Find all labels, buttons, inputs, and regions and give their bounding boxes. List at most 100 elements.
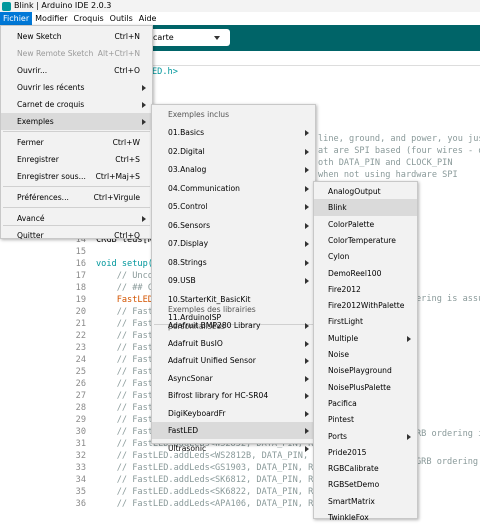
menu-item-shortcut: Alt+Ctrl+N — [97, 49, 140, 58]
examples-item[interactable]: 06.Sensors — [152, 217, 315, 234]
fastled-submenu: AnalogOutput Blink ColorPalette ColorTemper… — [313, 181, 418, 522]
examples-item[interactable]: AsyncSonar — [152, 370, 315, 387]
fichier-menu-item[interactable]: Préférences... Ctrl+Virgule — [1, 189, 152, 206]
submenu-arrow-icon — [305, 375, 309, 382]
fichier-menu-item[interactable]: New Remote Sketch Alt+Ctrl+N — [1, 45, 152, 62]
arduino-app-icon — [2, 1, 11, 11]
line-number: 28 — [75, 403, 86, 413]
fichier-menu-item[interactable]: Carnet de croquis — [1, 96, 152, 113]
menu-item-label: 06.Sensors — [168, 220, 211, 230]
fichier-menu-item[interactable]: Ouvrir... Ctrl+O — [1, 62, 152, 79]
menu-item-label: Fire2012 — [328, 284, 361, 294]
code-fragment: at are SPI based (four wires - da — [318, 146, 480, 156]
examples-item[interactable]: 07.Display — [152, 235, 315, 252]
line-number: 32 — [75, 451, 86, 461]
fastled-example-item[interactable]: RGBSetDemo — [314, 476, 417, 493]
examples-item[interactable]: 03.Analog — [152, 161, 315, 178]
menu-item-label: DigiKeyboardFr — [168, 408, 226, 418]
menu-separator — [3, 131, 150, 132]
fastled-example-item[interactable]: Pintest — [314, 411, 417, 428]
line-number: 16 — [75, 259, 86, 269]
fastled-example-item[interactable]: ColorPalette — [314, 216, 417, 233]
menu-item-label: New Remote Sketch — [17, 49, 94, 58]
line-number: 25 — [75, 367, 86, 377]
menu-item-label: Préférences... — [17, 193, 69, 202]
fastled-example-item[interactable]: Fire2012 — [314, 281, 417, 298]
fichier-menu-item[interactable]: Fermer Ctrl+W — [1, 134, 152, 151]
submenu-arrow-icon — [407, 433, 411, 440]
examples-item[interactable]: Adafruit BusIO — [152, 335, 315, 352]
examples-item[interactable]: DigiKeyboardFr — [152, 405, 315, 422]
menu-item-label: Bifrost library for HC-SR04 — [168, 391, 269, 400]
menu-item-label: Blink — [328, 203, 347, 213]
menu-aide[interactable]: Aide — [136, 12, 160, 25]
fastled-example-item[interactable]: AnalogOutput — [314, 183, 417, 200]
menu-item-label: Quitter — [17, 231, 44, 240]
examples-item[interactable]: 01.Basics — [152, 124, 315, 141]
fastled-example-item[interactable]: Multiple — [314, 330, 417, 347]
fastled-example-item[interactable]: SmartMatrix — [314, 493, 417, 510]
menu-item-label: Pride2015 — [328, 447, 367, 457]
fastled-example-item[interactable]: Pacifica — [314, 395, 417, 412]
code-fragment: RB ordering i — [416, 429, 480, 439]
menu-item-label: 07.Display — [168, 239, 209, 248]
line-number: 24 — [75, 355, 86, 365]
examples-item[interactable]: Adafruit BMP280 Library — [152, 317, 315, 334]
line-number: 30 — [75, 427, 86, 437]
menu-fichier[interactable]: Fichier — [0, 12, 33, 25]
menu-item-label: Adafruit Unified Sensor — [168, 356, 256, 365]
examples-item[interactable]: FastLED — [152, 422, 315, 439]
fastled-example-item[interactable]: DemoReel100 — [314, 265, 417, 282]
fastled-example-item[interactable]: ColorTemperature — [314, 232, 417, 249]
fastled-example-item[interactable]: Pride2015 — [314, 444, 417, 461]
examples-item[interactable]: 02.Digital — [152, 143, 315, 160]
line-number: 20 — [75, 307, 86, 317]
menu-item-label: Multiple — [328, 333, 359, 343]
fastled-example-item[interactable]: Ports — [314, 428, 417, 445]
fichier-menu-item[interactable]: New Sketch Ctrl+N — [1, 28, 152, 45]
examples-item[interactable]: Ultrasonic — [152, 440, 315, 457]
fastled-example-item[interactable]: RGBCalibrate — [314, 460, 417, 477]
chevron-down-icon — [214, 36, 220, 40]
fichier-menu-item[interactable]: Ouvrir les récents — [1, 79, 152, 96]
examples-item[interactable]: 09.USB — [152, 272, 315, 289]
submenu-arrow-icon — [305, 323, 309, 329]
submenu-arrow-icon — [305, 428, 309, 434]
menu-item-label: NoisePlusPalette — [328, 382, 391, 392]
menu-item-label: Noise — [328, 350, 350, 359]
menu-item-label: SmartMatrix — [328, 496, 375, 506]
fastled-example-item[interactable]: Blink — [314, 199, 417, 217]
submenu-arrow-icon — [407, 335, 411, 342]
fastled-example-item[interactable]: Fire2012WithPalette — [314, 297, 417, 314]
examples-item[interactable]: 04.Communication — [152, 180, 315, 197]
fastled-example-item[interactable]: NoisePlusPalette — [314, 379, 417, 396]
board-selector[interactable]: carte — [148, 29, 230, 46]
menu-item-shortcut: Ctrl+W — [112, 138, 140, 147]
fichier-menu-item[interactable]: Enregistrer sous... Ctrl+Maj+S — [1, 168, 152, 185]
line-number: 26 — [75, 379, 86, 389]
menu-modifier[interactable]: Modifier — [32, 12, 70, 25]
submenu-arrow-icon — [305, 148, 309, 155]
examples-item[interactable]: 08.Strings — [152, 254, 315, 271]
fastled-example-item[interactable]: FirstLight — [314, 313, 417, 330]
line-number: 27 — [75, 391, 86, 401]
examples-item[interactable]: Adafruit Unified Sensor — [152, 352, 315, 369]
fastled-example-item[interactable]: Cylon — [314, 248, 417, 265]
fastled-example-item[interactable]: TwinkleFox — [314, 509, 417, 526]
menu-item-label: Ouvrir... — [17, 66, 48, 75]
menu-item-shortcut: Ctrl+N — [114, 32, 140, 41]
fastled-example-item[interactable]: Noise — [314, 346, 417, 363]
menu-item-label: Adafruit BMP280 Library — [168, 321, 261, 330]
menu-croquis[interactable]: Croquis — [71, 12, 107, 25]
menu-outils[interactable]: Outils — [107, 12, 136, 25]
fastled-example-item[interactable]: NoisePlayground — [314, 362, 417, 379]
examples-builtin-header: Exemples inclus — [168, 110, 230, 119]
menu-item-label: Enregistrer — [17, 155, 59, 164]
fichier-menu-item[interactable]: Enregistrer Ctrl+S — [1, 151, 152, 168]
examples-item[interactable]: Bifrost library for HC-SR04 — [152, 387, 315, 404]
examples-item[interactable]: 05.Control — [152, 198, 315, 215]
code-fragment: line, ground, and power, you just — [318, 134, 480, 144]
menu-item-label: Ultrasonic — [168, 443, 207, 453]
fichier-menu-item[interactable]: Exemples — [1, 113, 152, 130]
fichier-menu-item[interactable]: Quitter Ctrl+Q — [1, 227, 152, 244]
